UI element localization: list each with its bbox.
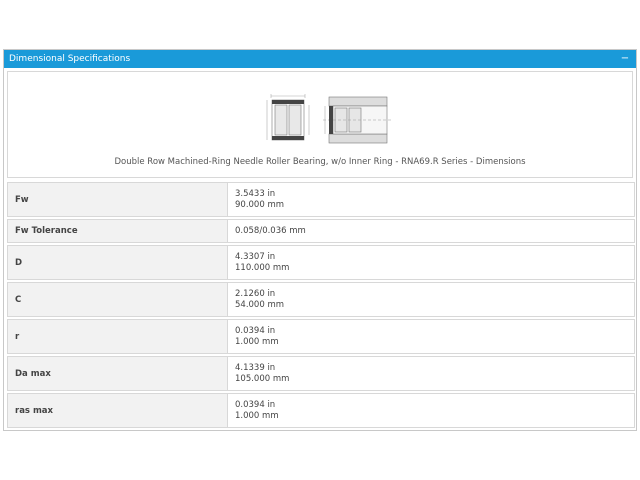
table-row: C 2.1260 in 54.000 mm <box>7 282 635 317</box>
spec-label: ras max <box>7 393 227 428</box>
table-row: Da max 4.1339 in 105.000 mm <box>7 356 635 391</box>
spec-value-mm: 105.000 mm <box>235 373 290 384</box>
collapse-button[interactable]: − <box>620 50 630 68</box>
bearing-figure: Double Row Machined-Ring Needle Roller B… <box>7 71 633 178</box>
spec-label: Fw <box>7 182 227 217</box>
spec-value-in: 2.1260 in <box>235 288 276 299</box>
table-row: D 4.3307 in 110.000 mm <box>7 245 635 280</box>
figure-caption: Double Row Machined-Ring Needle Roller B… <box>114 157 526 167</box>
spec-value: 4.1339 in 105.000 mm <box>227 356 635 391</box>
specifications-table: Fw 3.5433 in 90.000 mm Fw Tolerance 0.05… <box>7 180 635 430</box>
spec-value: 2.1260 in 54.000 mm <box>227 282 635 317</box>
spec-value: 0.0394 in 1.000 mm <box>227 319 635 354</box>
spec-value-in: 0.0394 in <box>235 399 276 410</box>
spec-value-mm: 1.000 mm <box>235 410 279 421</box>
spec-value-mm: 54.000 mm <box>235 299 285 310</box>
spec-value: 0.0394 in 1.000 mm <box>227 393 635 428</box>
spec-label: Fw Tolerance <box>7 219 227 243</box>
bearing-mounting-view <box>323 96 391 144</box>
table-row: r 0.0394 in 1.000 mm <box>7 319 635 354</box>
spec-label: Da max <box>7 356 227 391</box>
panel-title: Dimensional Specifications <box>9 54 131 64</box>
spec-label: C <box>7 282 227 317</box>
spec-value-in: 4.1339 in <box>235 362 276 373</box>
spec-value-mm: 0.058/0.036 mm <box>235 225 306 236</box>
spec-label: r <box>7 319 227 354</box>
spec-value: 4.3307 in 110.000 mm <box>227 245 635 280</box>
spec-value-in: 4.3307 in <box>235 251 276 262</box>
spec-value-in: 0.0394 in <box>235 325 276 336</box>
panel-header[interactable]: Dimensional Specifications − <box>4 50 636 68</box>
bearing-front-view <box>266 94 310 141</box>
spec-value-mm: 1.000 mm <box>235 336 279 347</box>
dimensional-specifications-panel: Dimensional Specifications − Double Row … <box>3 49 637 431</box>
spec-value-in: 3.5433 in <box>235 188 276 199</box>
table-row: Fw 3.5433 in 90.000 mm <box>7 182 635 217</box>
spec-value: 0.058/0.036 mm <box>227 219 635 243</box>
spec-value: 3.5433 in 90.000 mm <box>227 182 635 217</box>
spec-value-mm: 110.000 mm <box>235 262 290 273</box>
bearing-dimension-drawing <box>266 94 391 144</box>
table-row: Fw Tolerance 0.058/0.036 mm <box>7 219 635 243</box>
spec-label: D <box>7 245 227 280</box>
spec-value-mm: 90.000 mm <box>235 199 285 210</box>
table-row: ras max 0.0394 in 1.000 mm <box>7 393 635 428</box>
